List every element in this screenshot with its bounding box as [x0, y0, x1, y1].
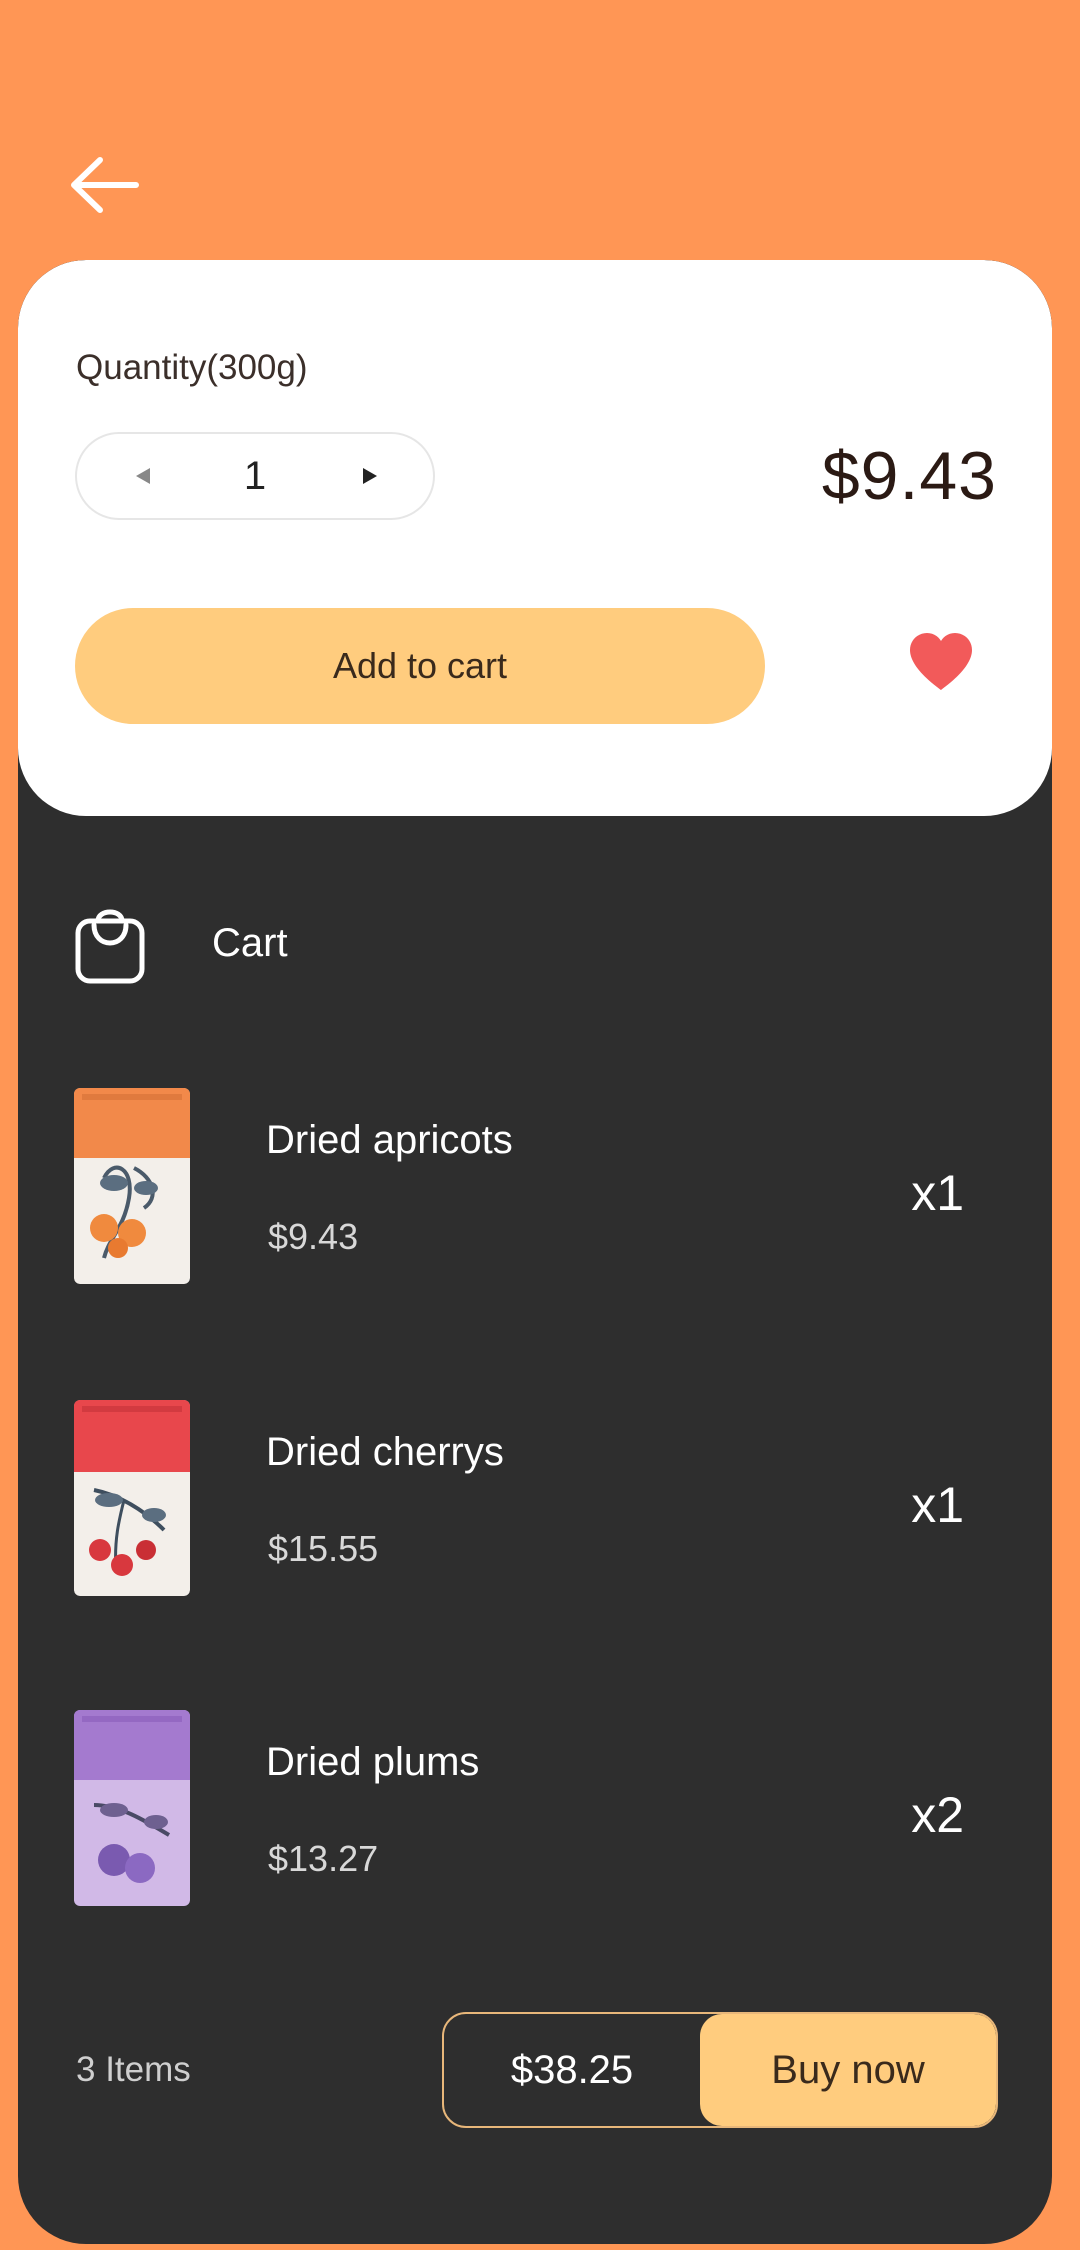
quantity-label: Quantity(300g) [76, 348, 308, 387]
total-price: $38.25 [510, 2047, 634, 2092]
item-name: Dried plums [266, 1740, 480, 1784]
product-image [74, 1088, 190, 1284]
cart-item[interactable]: Dried apricots $9.43 x1 [18, 1088, 1052, 1288]
item-price: $9.43 [268, 1216, 359, 1257]
item-name: Dried apricots [266, 1118, 513, 1162]
back-button[interactable] [66, 152, 142, 218]
product-image [74, 1710, 190, 1906]
item-quantity: x1 [911, 1477, 964, 1533]
increase-button[interactable] [350, 456, 390, 496]
item-name: Dried cherrys [266, 1430, 504, 1474]
caret-right-icon [363, 468, 377, 484]
item-price: $15.55 [268, 1528, 379, 1569]
quantity-stepper[interactable]: 1 [75, 432, 435, 520]
item-quantity: x1 [911, 1165, 964, 1221]
cart-title: Cart [212, 921, 288, 965]
cart-item[interactable]: Dried cherrys $15.55 x1 [18, 1400, 1052, 1600]
items-count: 3 Items [76, 2050, 191, 2089]
content-panel: Quantity(300g) 1 $9.43 Add to cart Cart … [18, 260, 1052, 2244]
favorite-button[interactable] [906, 630, 976, 694]
product-card: Quantity(300g) 1 $9.43 Add to cart [18, 260, 1052, 816]
cart-item[interactable]: Dried plums $13.27 x2 [18, 1710, 1052, 1910]
add-to-cart-button[interactable]: Add to cart [75, 608, 765, 724]
shopping-bag-icon [74, 905, 146, 985]
checkout-bar: $38.25 Buy now [442, 2012, 998, 2128]
product-image [74, 1400, 190, 1596]
arrow-left-icon [71, 157, 139, 213]
product-price: $9.43 [821, 438, 997, 514]
item-price: $13.27 [268, 1838, 379, 1879]
buy-now-button[interactable]: Buy now [700, 2014, 996, 2126]
item-quantity: x2 [911, 1787, 964, 1843]
heart-icon [910, 633, 972, 690]
